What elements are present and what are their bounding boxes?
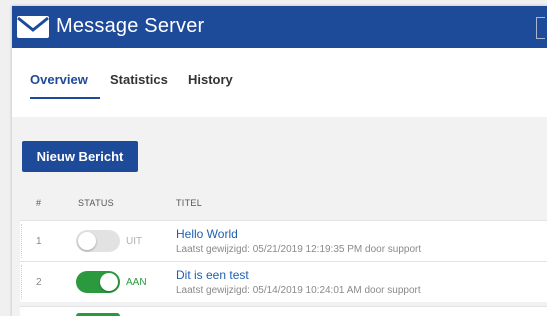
- tab-history[interactable]: History: [188, 72, 233, 87]
- app-header: Message Server: [12, 6, 547, 48]
- column-header-number: #: [36, 198, 42, 208]
- tab-overview[interactable]: Overview: [30, 72, 88, 87]
- column-header-status[interactable]: STATUS: [78, 198, 114, 208]
- status-label: UIT: [126, 236, 143, 247]
- row-number: 1: [36, 236, 42, 247]
- header-control-edge[interactable]: [536, 17, 545, 39]
- column-header-title[interactable]: TITEL: [176, 198, 202, 208]
- active-tab-indicator: [30, 97, 100, 99]
- main-panel: Overview Statistics History Nieuw Berich…: [12, 48, 547, 316]
- message-title-link[interactable]: Dit is een test: [176, 268, 249, 282]
- status-label: AAN: [126, 277, 147, 288]
- drag-handle[interactable]: [21, 265, 23, 299]
- row-number: 2: [36, 277, 42, 288]
- message-title-link[interactable]: Hello World: [176, 227, 238, 241]
- toggle-knob: [78, 232, 96, 250]
- tab-statistics[interactable]: Statistics: [110, 72, 168, 87]
- app-title: Message Server: [56, 15, 205, 37]
- status-toggle[interactable]: [76, 230, 120, 252]
- table-row[interactable]: 1 UIT Hello World Laatst gewijzigd: 05/2…: [20, 220, 547, 261]
- table-header: # STATUS TITEL: [12, 194, 547, 220]
- message-server-window: Message Server Overview Statistics Histo…: [12, 6, 547, 316]
- drag-handle[interactable]: [21, 224, 23, 258]
- new-message-button[interactable]: Nieuw Bericht: [22, 141, 138, 172]
- message-meta: Laatst gewijzigd: 05/14/2019 10:24:01 AM…: [176, 285, 421, 296]
- toggle-knob: [100, 273, 118, 291]
- table-row[interactable]: 2 AAN Dit is een test Laatst gewijzigd: …: [20, 261, 547, 302]
- envelope-icon: [17, 16, 49, 38]
- status-toggle[interactable]: [76, 271, 120, 293]
- message-meta: Laatst gewijzigd: 05/21/2019 12:19:35 PM…: [176, 244, 422, 255]
- table-row[interactable]: [20, 306, 547, 316]
